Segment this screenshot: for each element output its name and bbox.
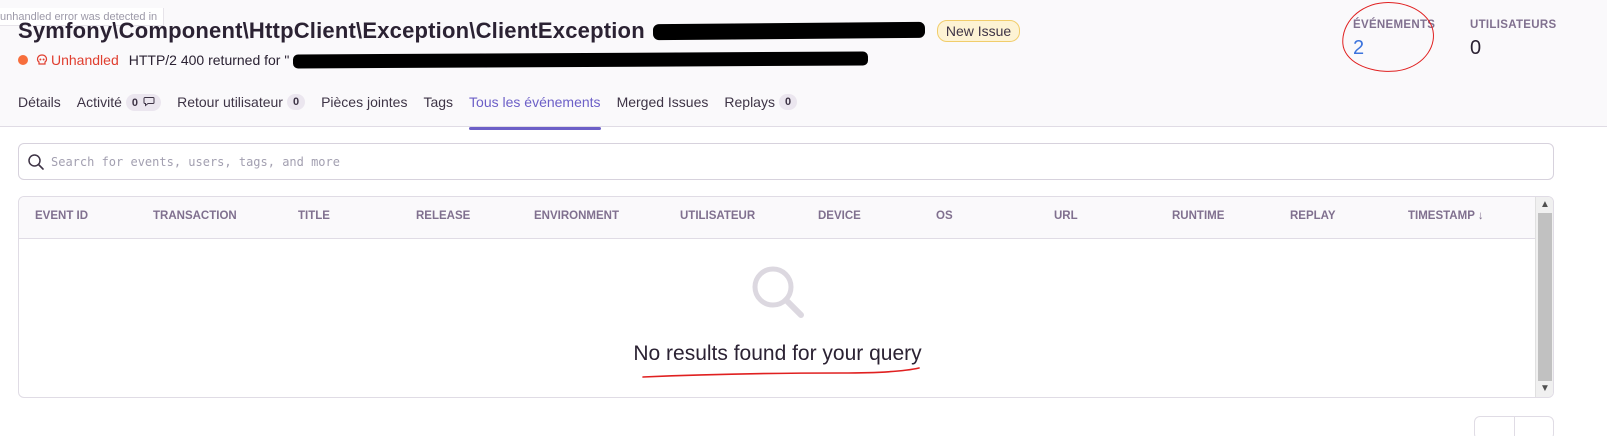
tab-count-badge: 0	[778, 94, 798, 110]
tab-details[interactable]: Détails	[18, 90, 61, 127]
column-header-replay: REPLAY	[1290, 210, 1336, 222]
level-dot-icon	[18, 55, 28, 65]
column-header-url: URL	[1054, 210, 1078, 222]
users-stat-value[interactable]: 0	[1470, 37, 1556, 60]
column-header-title: TITLE	[298, 210, 330, 222]
issue-message: HTTP/2 400 returned for "	[128, 52, 290, 68]
tab-label: Tous les événements	[469, 94, 601, 110]
events-table: EVENT ID TRANSACTION TITLE RELEASE ENVIR…	[18, 196, 1554, 398]
issue-title: Symfony\Component\HttpClient\Exception\C…	[18, 18, 645, 43]
tab-replays[interactable]: Replays 0	[724, 90, 798, 127]
column-header-event-id: EVENT ID	[35, 210, 89, 222]
empty-search-icon	[752, 266, 804, 318]
tab-activity[interactable]: Activité 0	[76, 90, 162, 127]
scroll-up-icon[interactable]: ▲	[1539, 199, 1551, 211]
skull-icon	[36, 54, 48, 65]
tab-label: Détails	[18, 94, 61, 110]
tab-label: Activité	[76, 94, 122, 110]
unhandled-label: Unhandled	[51, 52, 119, 68]
comment-icon	[143, 97, 155, 107]
tab-tags[interactable]: Tags	[423, 90, 453, 127]
tab-label: Pièces jointes	[321, 94, 408, 110]
tab-count: 0	[131, 97, 139, 109]
column-header-release: RELEASE	[416, 210, 471, 222]
column-header-os: OS	[936, 210, 953, 222]
search-input[interactable]	[51, 154, 1553, 169]
tab-label: Replays	[724, 94, 775, 110]
search-icon	[28, 153, 44, 170]
events-stat: ÉVÉNEMENTS 2	[1353, 19, 1435, 60]
events-stat-value[interactable]: 2	[1353, 37, 1435, 60]
issue-title-row: Symfony\Component\HttpClient\Exception\C…	[18, 18, 1021, 44]
event-search-bar[interactable]	[18, 143, 1554, 180]
column-header-timestamp[interactable]: TIMESTAMP ↓	[1408, 210, 1484, 222]
red-underline-annotation	[642, 367, 920, 378]
new-issue-badge: New Issue	[936, 20, 1021, 42]
redaction-mark	[293, 51, 869, 69]
column-header-environment: ENVIRONMENT	[534, 210, 619, 222]
empty-state-message: No results found for your query	[633, 342, 922, 365]
table-scrollbar[interactable]: ▲ ▼	[1535, 197, 1553, 397]
scrollbar-thumb[interactable]	[1538, 213, 1552, 381]
column-header-user: UTILISATEUR	[680, 210, 756, 222]
tab-all-events[interactable]: Tous les événements	[469, 90, 601, 130]
users-stat-label: UTILISATEURS	[1470, 19, 1557, 31]
users-stat: UTILISATEURS 0	[1470, 19, 1556, 60]
column-header-transaction: TRANSACTION	[153, 210, 237, 222]
issue-tabs: Détails Activité 0 Retour utilisateur 0 …	[18, 90, 813, 130]
issue-subtitle-row: Unhandled HTTP/2 400 returned for "	[18, 51, 869, 69]
pagination-divider	[1514, 417, 1515, 436]
tab-count-badge: 0	[286, 94, 306, 110]
tab-label: Retour utilisateur	[177, 94, 283, 110]
events-stat-label: ÉVÉNEMENTS	[1353, 19, 1436, 31]
column-header-device: DEVICE	[818, 210, 861, 222]
tab-label: Tags	[423, 94, 454, 110]
scroll-down-icon[interactable]: ▼	[1539, 383, 1551, 395]
tab-attachments[interactable]: Pièces jointes	[321, 90, 407, 127]
column-header-runtime: RUNTIME	[1172, 210, 1225, 222]
tab-merged-issues[interactable]: Merged Issues	[617, 90, 709, 127]
redaction-mark	[652, 21, 925, 41]
tab-user-feedback[interactable]: Retour utilisateur 0	[177, 90, 306, 127]
issue-header: unhandled error was detected in Symfony\…	[0, 0, 1607, 130]
tab-label: Merged Issues	[616, 94, 709, 110]
pagination-buttons[interactable]	[1474, 416, 1554, 436]
tab-count-badge: 0	[125, 94, 162, 111]
unhandled-tag: Unhandled	[36, 52, 119, 68]
table-header: EVENT ID TRANSACTION TITLE RELEASE ENVIR…	[19, 197, 1536, 239]
